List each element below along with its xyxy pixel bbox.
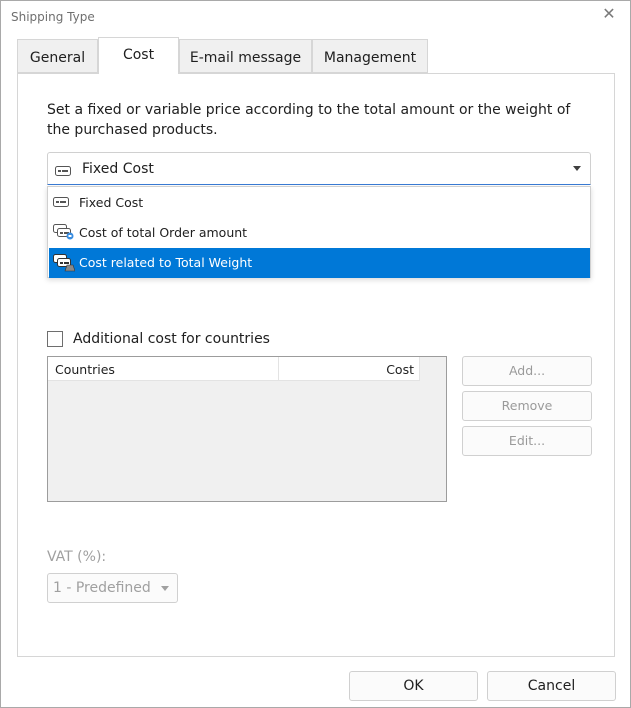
tab-management[interactable]: Management [312, 39, 428, 73]
close-icon[interactable]: ✕ [600, 5, 618, 23]
weight-cost-icon [53, 254, 76, 275]
window-title: Shipping Type [11, 10, 95, 24]
option-label: Fixed Cost [79, 195, 144, 210]
option-order-amount[interactable]: Cost of total Order amount [49, 218, 590, 248]
option-label: Cost related to Total Weight [79, 255, 253, 270]
fixed-cost-icon [55, 162, 71, 181]
vat-label: VAT (%): [47, 549, 107, 565]
vat-value: 1 - Predefined [53, 580, 151, 596]
remove-button[interactable]: Remove [462, 391, 592, 421]
tab-general[interactable]: General [17, 39, 98, 73]
cost-type-dropdown: Fixed Cost Cost of total Order amount Co… [47, 186, 591, 278]
cost-type-value: Fixed Cost [82, 161, 154, 177]
add-button[interactable]: Add... [462, 356, 592, 386]
grid-header: Countries Cost [48, 357, 420, 381]
shipping-type-dialog: Shipping Type ✕ General Cost E-mail mess… [0, 0, 631, 708]
tab-cost[interactable]: Cost [98, 37, 179, 74]
edit-button[interactable]: Edit... [462, 426, 592, 456]
order-amount-icon [53, 224, 75, 243]
column-header-countries[interactable]: Countries [55, 362, 115, 377]
option-total-weight[interactable]: Cost related to Total Weight [49, 248, 590, 278]
countries-grid[interactable]: Countries Cost [47, 356, 447, 502]
option-label: Cost of total Order amount [79, 225, 248, 240]
chevron-down-icon [161, 586, 169, 591]
cost-description: Set a fixed or variable price according … [47, 102, 571, 138]
column-divider[interactable] [419, 357, 420, 381]
cost-type-select[interactable]: Fixed Cost [47, 152, 591, 185]
ok-button[interactable]: OK [349, 671, 478, 701]
tab-email-message[interactable]: E-mail message [179, 39, 312, 73]
vat-select[interactable]: 1 - Predefined [47, 573, 178, 603]
column-header-cost[interactable]: Cost [279, 362, 414, 377]
option-fixed-cost[interactable]: Fixed Cost [49, 188, 590, 218]
cancel-button[interactable]: Cancel [487, 671, 616, 701]
fixed-cost-icon [53, 196, 69, 211]
additional-cost-checkbox[interactable] [47, 331, 63, 347]
chevron-down-icon [573, 166, 581, 171]
additional-cost-label: Additional cost for countries [73, 331, 270, 347]
